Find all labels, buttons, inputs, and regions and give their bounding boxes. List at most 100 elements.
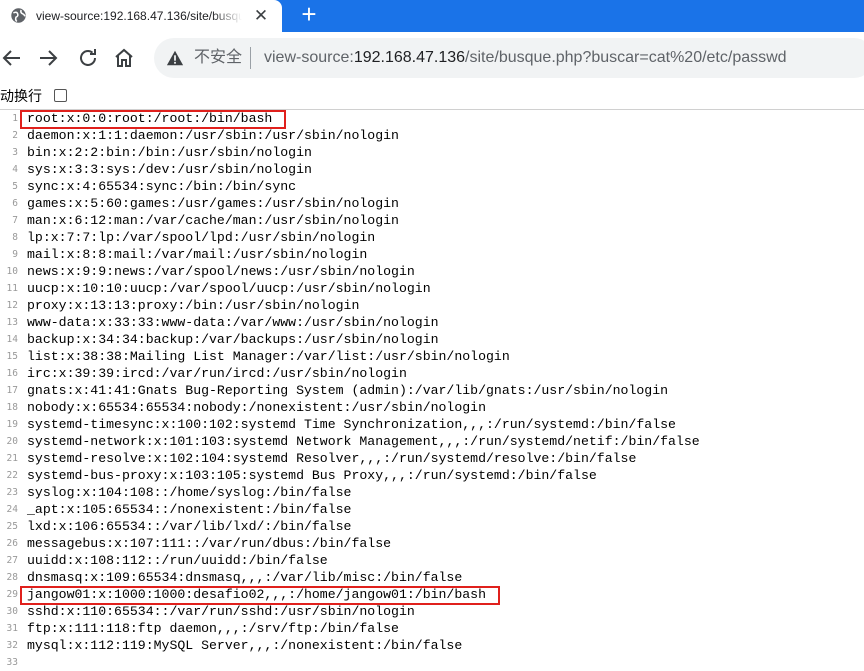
- new-tab-button[interactable]: +: [296, 1, 322, 28]
- toolbar: 不安全 view-source:192.168.47.136/site/busq…: [0, 32, 864, 84]
- line-content: uuidd:x:108:112::/run/uuidd:/bin/false: [27, 553, 328, 568]
- line-content: sync:x:4:65534:sync:/bin:/bin/sync: [27, 179, 297, 194]
- line-number: 14: [6, 334, 18, 345]
- arrow-right-icon[interactable]: [36, 46, 60, 70]
- address-bar[interactable]: 不安全 view-source:192.168.47.136/site/busq…: [154, 38, 864, 78]
- warning-icon[interactable]: [166, 49, 184, 67]
- line-number: 18: [6, 402, 18, 413]
- line-number: 11: [6, 283, 18, 294]
- source-line: 22 systemd-bus-proxy:x:103:105:systemd Bu…: [0, 467, 864, 484]
- line-content: systemd-resolve:x:102:104:systemd Resolv…: [27, 451, 637, 466]
- line-content: mail:x:8:8:mail:/var/mail:/usr/sbin/nolo…: [27, 247, 368, 262]
- security-status-label[interactable]: 不安全: [194, 48, 242, 68]
- line-number: 24: [6, 504, 18, 515]
- source-line: 12 proxy:x:13:13:proxy:/bin:/usr/sbin/nol…: [0, 297, 864, 314]
- line-content: proxy:x:13:13:proxy:/bin:/usr/sbin/nolog…: [27, 298, 360, 313]
- line-number: 17: [6, 385, 18, 396]
- source-line: 3 bin:x:2:2:bin:/bin:/usr/sbin/nologin: [0, 144, 864, 161]
- line-content: messagebus:x:107:111::/var/run/dbus:/bin…: [27, 536, 392, 551]
- line-content: lp:x:7:7:lp:/var/spool/lpd:/usr/sbin/nol…: [27, 230, 376, 245]
- source-line: 15 list:x:38:38:Mailing List Manager:/var…: [0, 348, 864, 365]
- line-content: systemd-network:x:101:103:systemd Networ…: [27, 434, 700, 449]
- line-content: ftp:x:111:118:ftp daemon,,,:/srv/ftp:/bi…: [27, 621, 399, 636]
- line-number: 30: [6, 606, 18, 617]
- line-content: jangow01:x:1000:1000:desafio02,,,:/home/…: [27, 587, 486, 602]
- line-number: 27: [6, 555, 18, 566]
- url-text[interactable]: view-source:192.168.47.136/site/busque.p…: [264, 48, 787, 68]
- source-line: 27 uuidd:x:108:112::/run/uuidd:/bin/false: [0, 552, 864, 569]
- active-tab[interactable]: view-source:192.168.47.136/site/busque.p…: [0, 0, 282, 32]
- line-content: uucp:x:10:10:uucp:/var/spool/uucp:/usr/s…: [27, 281, 431, 296]
- line-number: 20: [6, 436, 18, 447]
- source-line: 18 nobody:x:65534:65534:nobody:/nonexiste…: [0, 399, 864, 416]
- line-content: systemd-timesync:x:100:102:systemd Time …: [27, 417, 676, 432]
- source-line: 9 mail:x:8:8:mail:/var/mail:/usr/sbin/nol…: [0, 246, 864, 263]
- source-line: 14 backup:x:34:34:backup:/var/backups:/us…: [0, 331, 864, 348]
- line-content: sshd:x:110:65534::/var/run/sshd:/usr/sbi…: [27, 604, 415, 619]
- line-number: 32: [6, 640, 18, 651]
- line-number: 31: [6, 623, 18, 634]
- source-line: 20 systemd-network:x:101:103:systemd Netw…: [0, 433, 864, 450]
- line-content: www-data:x:33:33:www-data:/var/www:/usr/…: [27, 315, 439, 330]
- line-number: 26: [6, 538, 18, 549]
- line-content: news:x:9:9:news:/var/spool/news:/usr/sbi…: [27, 264, 415, 279]
- line-content: lxd:x:106:65534::/var/lib/lxd/:/bin/fals…: [27, 519, 352, 534]
- line-number: 10: [6, 266, 18, 277]
- source-line: 28 dnsmasq:x:109:65534:dnsmasq,,,:/var/li…: [0, 569, 864, 586]
- line-number: 15: [6, 351, 18, 362]
- arrow-left-icon[interactable]: [0, 46, 24, 70]
- line-content: gnats:x:41:41:Gnats Bug-Reporting System…: [27, 383, 669, 398]
- line-wrap-checkbox[interactable]: [54, 89, 67, 102]
- source-line: 32 mysql:x:112:119:MySQL Server,,,:/nonex…: [0, 637, 864, 654]
- line-number: 5: [12, 181, 18, 192]
- line-content: bin:x:2:2:bin:/bin:/usr/sbin/nologin: [27, 145, 312, 160]
- source-line: 19 systemd-timesync:x:100:102:systemd Tim…: [0, 416, 864, 433]
- line-number: 29: [6, 589, 18, 600]
- line-wrap-bar: 动换行: [0, 84, 864, 110]
- line-number: 9: [12, 249, 18, 260]
- globe-icon: [11, 8, 26, 23]
- line-number: 7: [12, 215, 18, 226]
- reload-icon[interactable]: [76, 46, 100, 70]
- source-line: 29 jangow01:x:1000:1000:desafio02,,,:/hom…: [0, 586, 864, 605]
- source-line: 30 sshd:x:110:65534::/var/run/sshd:/usr/s…: [0, 603, 864, 620]
- source-line: 6 games:x:5:60:games:/usr/games:/usr/sbin…: [0, 195, 864, 212]
- line-content: dnsmasq:x:109:65534:dnsmasq,,,:/var/lib/…: [27, 570, 463, 585]
- line-content: man:x:6:12:man:/var/cache/man:/usr/sbin/…: [27, 213, 399, 228]
- source-line: 21 systemd-resolve:x:102:104:systemd Reso…: [0, 450, 864, 467]
- source-line: 25 lxd:x:106:65534::/var/lib/lxd/:/bin/fa…: [0, 518, 864, 535]
- url-prefix: view-source:: [264, 49, 354, 66]
- line-content: _apt:x:105:65534::/nonexistent:/bin/fals…: [27, 502, 352, 517]
- line-number: 3: [12, 147, 18, 158]
- line-content: systemd-bus-proxy:x:103:105:systemd Bus …: [27, 468, 597, 483]
- url-host: 192.168.47.136: [353, 49, 466, 66]
- line-content: daemon:x:1:1:daemon:/usr/sbin:/usr/sbin/…: [27, 128, 399, 143]
- line-content: backup:x:34:34:backup:/var/backups:/usr/…: [27, 332, 439, 347]
- line-number: 19: [6, 419, 18, 430]
- source-line: 7 man:x:6:12:man:/var/cache/man:/usr/sbin…: [0, 212, 864, 229]
- source-line: 33: [0, 654, 864, 671]
- line-content: root:x:0:0:root:/root:/bin/bash: [27, 111, 273, 126]
- line-number: 8: [12, 232, 18, 243]
- line-number: 13: [6, 317, 18, 328]
- source-line: 4 sys:x:3:3:sys:/dev:/usr/sbin/nologin: [0, 161, 864, 178]
- source-line: 24 _apt:x:105:65534::/nonexistent:/bin/fa…: [0, 501, 864, 518]
- source-listing: 1 root:x:0:0:root:/root:/bin/bash 2 daemon:…: [0, 110, 864, 671]
- line-content: irc:x:39:39:ircd:/var/run/ircd:/usr/sbin…: [27, 366, 407, 381]
- source-line: 8 lp:x:7:7:lp:/var/spool/lpd:/usr/sbin/no…: [0, 229, 864, 246]
- source-line: 17 gnats:x:41:41:Gnats Bug-Reporting Syst…: [0, 382, 864, 399]
- source-line: 23 syslog:x:104:108::/home/syslog:/bin/fa…: [0, 484, 864, 501]
- line-number: 22: [6, 470, 18, 481]
- line-number: 1: [12, 113, 18, 124]
- line-number: 12: [6, 300, 18, 311]
- line-content: sys:x:3:3:sys:/dev:/usr/sbin/nologin: [27, 162, 312, 177]
- source-line: 16 irc:x:39:39:ircd:/var/run/ircd:/usr/sb…: [0, 365, 864, 382]
- line-content: nobody:x:65534:65534:nobody:/nonexistent…: [27, 400, 486, 415]
- line-content: syslog:x:104:108::/home/syslog:/bin/fals…: [27, 485, 352, 500]
- close-icon[interactable]: ✕: [252, 7, 270, 25]
- tab-title: view-source:192.168.47.136/site/busque.p…: [36, 9, 242, 23]
- divider: [250, 47, 251, 69]
- line-content: games:x:5:60:games:/usr/games:/usr/sbin/…: [27, 196, 399, 211]
- line-number: 25: [6, 521, 18, 532]
- home-icon[interactable]: [112, 46, 136, 70]
